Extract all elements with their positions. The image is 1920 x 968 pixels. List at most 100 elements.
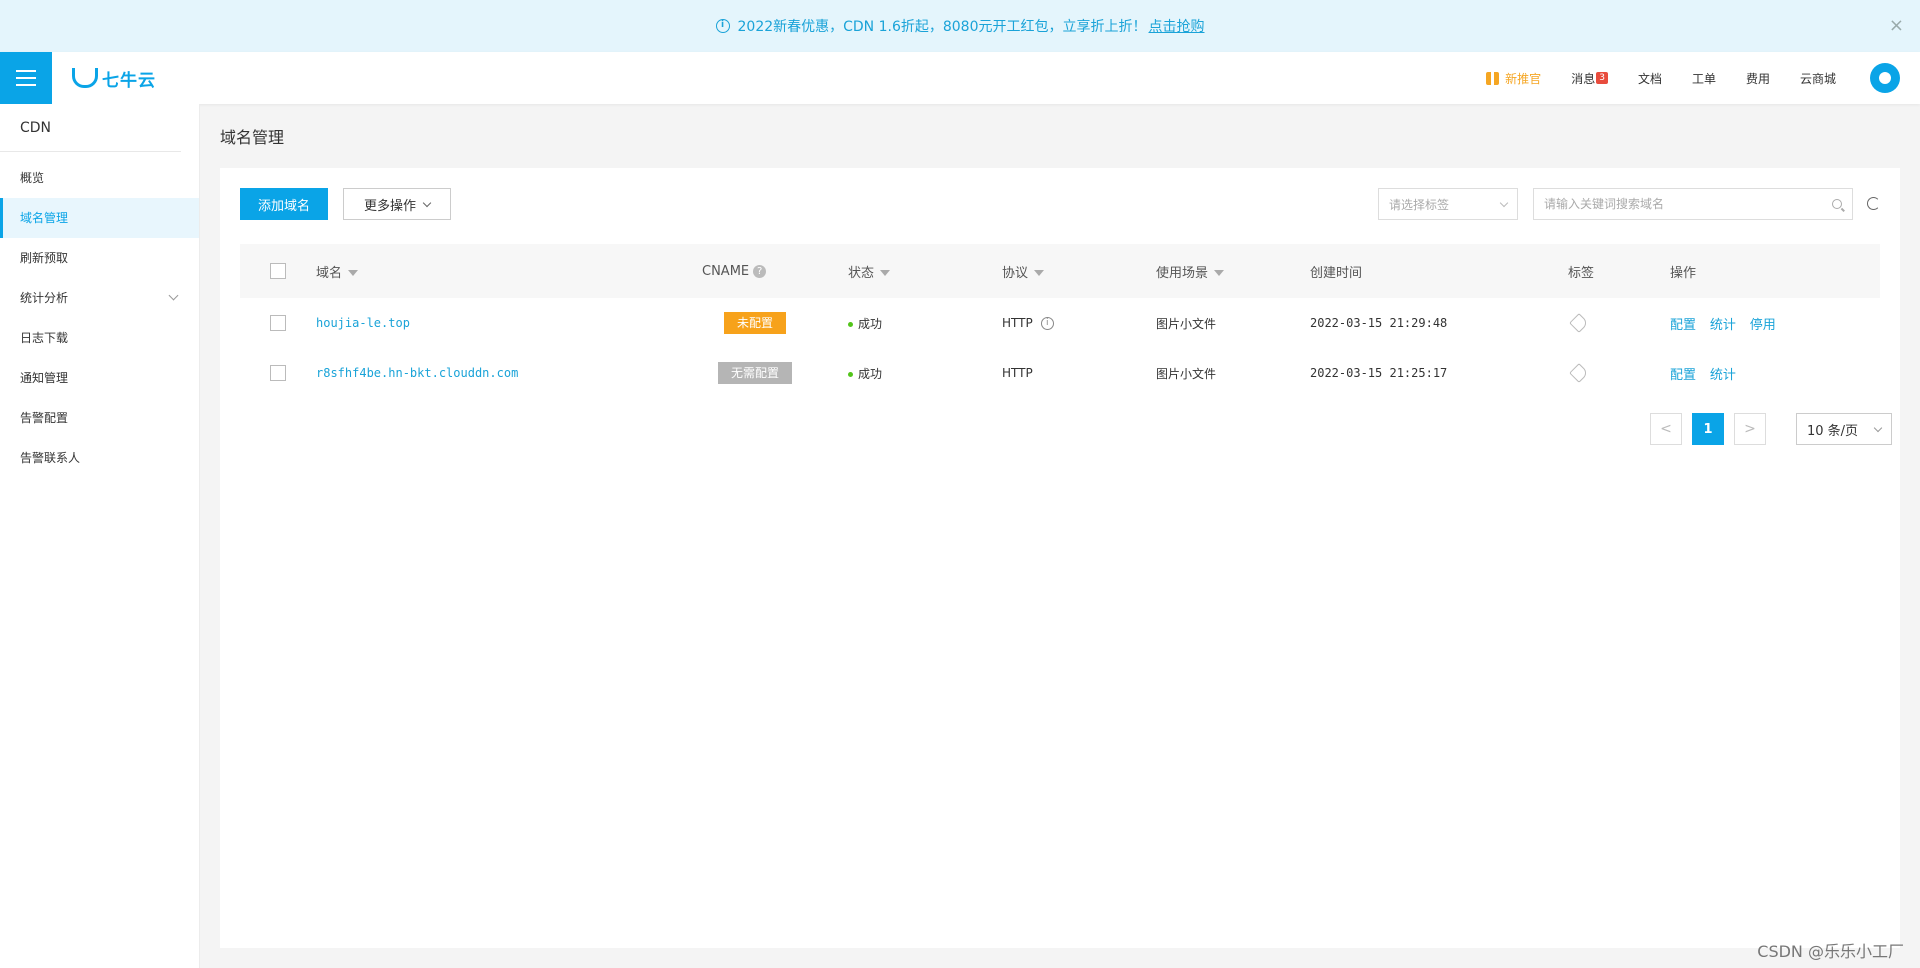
page-title: 域名管理 xyxy=(220,128,285,147)
nav-billing[interactable]: 费用 xyxy=(1746,70,1770,87)
tag-select[interactable]: 请选择标签 xyxy=(1378,188,1518,220)
nav-tickets[interactable]: 工单 xyxy=(1692,70,1716,87)
gift-icon xyxy=(1486,71,1500,85)
chevron-down-icon xyxy=(168,290,179,301)
row-check-cell xyxy=(240,365,316,381)
sidebar-item-overview[interactable]: 概览 xyxy=(0,158,199,198)
filter-icon[interactable] xyxy=(348,270,359,276)
sidebar-item-alerts[interactable]: 告警配置 xyxy=(0,398,199,438)
tag-icon[interactable] xyxy=(1569,363,1589,383)
page-size-select[interactable]: 10 条/页 xyxy=(1796,413,1892,445)
row-created-cell: 2022-03-15 21:25:17 xyxy=(1310,366,1448,380)
domain-link[interactable]: houjia-le.top xyxy=(316,316,410,330)
table-row: r8sfhf4be.hn-bkt.clouddn.com 无需配置 成功 HTT… xyxy=(240,348,1880,398)
logo[interactable]: 七牛云 xyxy=(72,66,156,91)
watermark: CSDN @乐乐小工厂 xyxy=(1757,942,1904,961)
row-scene-cell: 图片小文件 xyxy=(1156,316,1217,331)
sidebar-item-logs[interactable]: 日志下载 xyxy=(0,318,199,358)
info-icon: i xyxy=(715,19,730,33)
status-dot-icon xyxy=(848,321,853,327)
nav-messages[interactable]: 消息 3 xyxy=(1571,70,1608,87)
nav-promo-label: 新推官 xyxy=(1505,71,1542,86)
help-icon[interactable]: ? xyxy=(753,264,767,278)
status-dot-icon xyxy=(848,371,853,377)
search-icon[interactable] xyxy=(1832,199,1842,209)
banner-link[interactable]: 点击抢购 xyxy=(1149,16,1205,36)
nav-messages-label: 消息 xyxy=(1571,71,1596,86)
more-actions-label: 更多操作 xyxy=(363,198,416,214)
sidebar: CDN 概览 域名管理 刷新预取 统计分析 日志下载 通知管理 告警配置 告警联… xyxy=(0,104,200,968)
sidebar-item-stats[interactable]: 统计分析 xyxy=(0,278,199,318)
menu-icon-line xyxy=(16,84,36,86)
domain-link[interactable]: r8sfhf4be.hn-bkt.clouddn.com xyxy=(316,366,518,380)
table-row: houjia-le.top 未配置 成功 HTTP i 图片小文件 2022-03… xyxy=(240,298,1880,348)
sidebar-menu: 概览 域名管理 刷新预取 统计分析 日志下载 通知管理 告警配置 告警联系人 xyxy=(0,158,199,478)
more-actions-button[interactable]: 更多操作 xyxy=(343,188,451,220)
domain-table: 域名 CNAME? 状态 协议 使用场景 创建时间 标签 操作 houjia-l… xyxy=(240,244,1880,398)
banner-text: 2022新春优惠，CDN 1.6折起，8080元开工红包，立享折上折！ xyxy=(737,19,1147,35)
page-size-label: 10 条/页 xyxy=(1807,423,1859,439)
cname-status-badge: 未配置 xyxy=(724,312,786,334)
menu-toggle-button[interactable] xyxy=(0,52,52,104)
search-input[interactable] xyxy=(1544,197,1832,211)
header-ops: 操作 xyxy=(1670,265,1697,281)
row-domain-cell: houjia-le.top xyxy=(316,316,702,330)
sidebar-item-alert-contacts[interactable]: 告警联系人 xyxy=(0,438,199,478)
header-status-label: 状态 xyxy=(848,265,875,281)
nav-promo[interactable]: 新推官 xyxy=(1486,70,1541,87)
row-ops-cell: 配置 统计 xyxy=(1670,364,1880,383)
chevron-down-icon xyxy=(422,198,432,207)
message-count-badge: 3 xyxy=(1596,72,1608,84)
sidebar-item-refresh[interactable]: 刷新预取 xyxy=(0,238,199,278)
stats-link[interactable]: 统计 xyxy=(1710,368,1736,383)
sidebar-item-notify[interactable]: 通知管理 xyxy=(0,358,199,398)
chevron-down-icon xyxy=(1499,198,1509,207)
row-scene-cell: 图片小文件 xyxy=(1156,366,1217,381)
sidebar-item-domains[interactable]: 域名管理 xyxy=(0,198,199,238)
add-domain-button[interactable]: 添加域名 xyxy=(240,188,328,220)
row-ops-cell: 配置 统计 停用 xyxy=(1670,314,1880,333)
configure-link[interactable]: 配置 xyxy=(1670,368,1696,383)
row-cname-cell: 无需配置 xyxy=(702,362,848,384)
filter-icon[interactable] xyxy=(1034,270,1045,276)
menu-icon-line xyxy=(16,77,36,79)
sidebar-item-stats-label: 统计分析 xyxy=(20,291,69,305)
row-checkbox[interactable] xyxy=(270,365,286,381)
refresh-icon[interactable] xyxy=(1867,197,1880,210)
header-status: 状态 xyxy=(848,262,1002,281)
stats-link[interactable]: 统计 xyxy=(1710,318,1736,333)
nav-docs[interactable]: 文档 xyxy=(1638,70,1662,87)
info-icon[interactable]: i xyxy=(1040,317,1054,330)
pagination: < 1 > 10 条/页 xyxy=(1650,413,1892,445)
row-tag-cell xyxy=(1568,363,1670,383)
row-created-cell: 2022-03-15 21:29:48 xyxy=(1310,316,1448,330)
select-all-checkbox[interactable] xyxy=(270,263,286,279)
row-domain-cell: r8sfhf4be.hn-bkt.clouddn.com xyxy=(316,366,702,380)
page-button-current[interactable]: 1 xyxy=(1692,413,1724,445)
disable-link[interactable]: 停用 xyxy=(1750,318,1776,333)
logo-icon xyxy=(72,68,98,88)
avatar[interactable] xyxy=(1870,63,1900,93)
nav-mall[interactable]: 云商城 xyxy=(1800,70,1836,87)
domain-card: 添加域名 更多操作 请选择标签 域名 CNAME? 状态 协议 xyxy=(220,168,1900,948)
filter-icon[interactable] xyxy=(880,270,891,276)
next-page-button[interactable]: > xyxy=(1734,413,1766,445)
table-header: 域名 CNAME? 状态 协议 使用场景 创建时间 标签 操作 xyxy=(240,244,1880,298)
row-protocol-cell: HTTP i xyxy=(1002,316,1156,330)
menu-icon-line xyxy=(16,70,36,72)
row-cname-cell: 未配置 xyxy=(702,312,848,334)
filter-icon[interactable] xyxy=(1214,270,1225,276)
row-checkbox[interactable] xyxy=(270,315,286,331)
close-icon[interactable]: × xyxy=(1889,15,1904,36)
search-box xyxy=(1533,188,1853,220)
protocol-text: HTTP xyxy=(1002,316,1033,330)
header-created: 创建时间 xyxy=(1310,265,1363,281)
prev-page-button[interactable]: < xyxy=(1650,413,1682,445)
header-tag: 标签 xyxy=(1568,265,1595,281)
header-cname-label: CNAME xyxy=(702,263,750,279)
tag-icon[interactable] xyxy=(1569,313,1589,333)
status-text: 成功 xyxy=(858,316,883,331)
configure-link[interactable]: 配置 xyxy=(1670,318,1696,333)
header-protocol: 协议 xyxy=(1002,262,1156,281)
header-scene: 使用场景 xyxy=(1156,262,1310,281)
